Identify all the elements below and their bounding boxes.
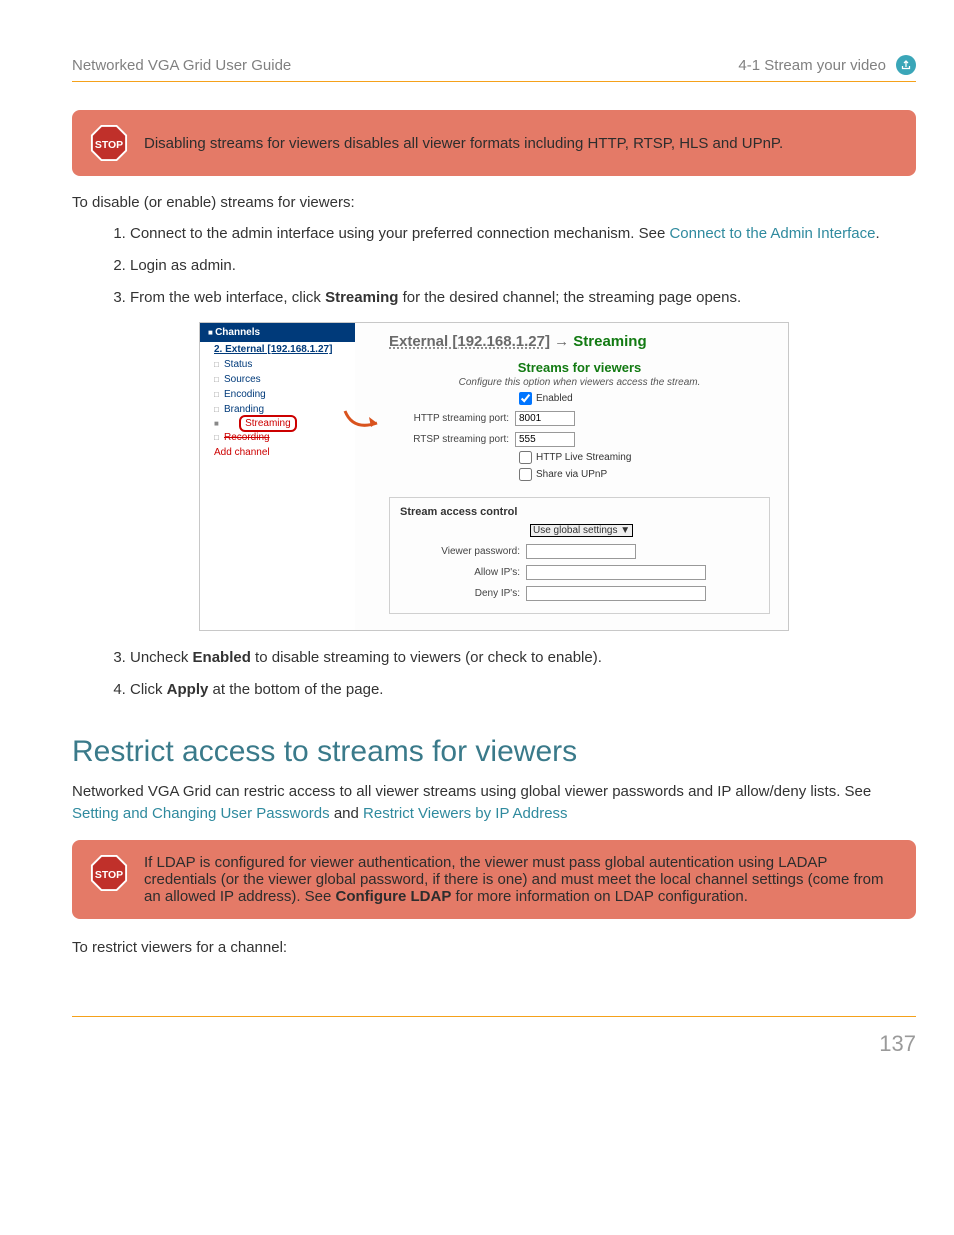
outro-text: To restrict viewers for a channel:: [72, 939, 916, 956]
ss-http-input[interactable]: [515, 411, 575, 426]
ss-item-branding[interactable]: Branding: [200, 402, 355, 417]
step-b3: Uncheck Enabled to disable streaming to …: [130, 647, 916, 669]
ss-rtsp-label: RTSP streaming port:: [389, 434, 509, 445]
ss-page-title: External [192.168.1.27] → Streaming: [389, 333, 770, 350]
step-a3: From the web interface, click Streaming …: [130, 287, 916, 309]
ss-hls-checkbox[interactable]: [519, 451, 532, 464]
intro-text: To disable (or enable) streams for viewe…: [72, 194, 916, 211]
ss-main-panel: External [192.168.1.27] → Streaming Stre…: [355, 323, 788, 630]
restrict-paragraph: Networked VGA Grid can restric access to…: [72, 781, 916, 825]
ss-item-status[interactable]: Status: [200, 357, 355, 372]
ss-upnp-label: Share via UPnP: [536, 469, 607, 480]
ss-http-label: HTTP streaming port:: [389, 413, 509, 424]
ss-enabled-label: Enabled: [536, 393, 573, 404]
warning-text-2: If LDAP is configured for viewer authent…: [144, 854, 898, 905]
step-a2: Login as admin.: [130, 255, 916, 277]
steps-list-b: Uncheck Enabled to disable streaming to …: [72, 647, 916, 701]
restrict-ip-link[interactable]: Restrict Viewers by IP Address: [363, 805, 568, 822]
steps-list-a: Connect to the admin interface using you…: [72, 223, 916, 308]
ss-deny-label: Deny IP's:: [400, 588, 520, 599]
svg-text:STOP: STOP: [95, 140, 123, 151]
footer-rule: [72, 1016, 916, 1017]
passwords-link[interactable]: Setting and Changing User Passwords: [72, 805, 330, 822]
stop-icon: STOP: [90, 854, 128, 892]
ss-channel-link[interactable]: 2. External [192.168.1.27]: [200, 342, 355, 357]
ss-access-header: Stream access control: [400, 506, 759, 518]
ss-section-desc: Configure this option when viewers acces…: [389, 377, 770, 388]
header-left: Networked VGA Grid User Guide: [72, 57, 291, 74]
ss-viewer-pw-label: Viewer password:: [400, 546, 520, 557]
header-right: 4-1 Stream your video: [738, 57, 886, 74]
ss-channels-header: ■ Channels: [200, 323, 355, 342]
ss-add-channel[interactable]: Add channel: [200, 445, 355, 460]
ss-sidebar: ■ Channels 2. External [192.168.1.27] St…: [200, 323, 355, 630]
arrow-icon: [343, 409, 383, 438]
svg-text:STOP: STOP: [95, 870, 123, 881]
ss-allow-label: Allow IP's:: [400, 567, 520, 578]
step-a1: Connect to the admin interface using you…: [130, 223, 916, 245]
ss-item-encoding[interactable]: Encoding: [200, 387, 355, 402]
ss-global-select[interactable]: Use global settings ▼: [530, 524, 633, 537]
warning-callout-2: STOP If LDAP is configured for viewer au…: [72, 840, 916, 919]
ss-hls-label: HTTP Live Streaming: [536, 452, 631, 463]
page-header: Networked VGA Grid User Guide 4-1 Stream…: [72, 55, 916, 82]
ss-upnp-checkbox[interactable]: [519, 468, 532, 481]
ss-deny-input[interactable]: [526, 586, 706, 601]
admin-interface-link[interactable]: Connect to the Admin Interface: [669, 225, 875, 242]
step-b4: Click Apply at the bottom of the page.: [130, 679, 916, 701]
ss-enabled-checkbox[interactable]: [519, 392, 532, 405]
ss-item-recording[interactable]: Recording: [200, 430, 355, 445]
ss-allow-input[interactable]: [526, 565, 706, 580]
ss-item-sources[interactable]: Sources: [200, 372, 355, 387]
page-number: 137: [72, 1031, 916, 1057]
share-icon: [896, 55, 916, 75]
ss-rtsp-input[interactable]: [515, 432, 575, 447]
ss-section-header: Streams for viewers: [389, 360, 770, 375]
section-heading-restrict: Restrict access to streams for viewers: [72, 735, 916, 769]
warning-callout-1: STOP Disabling streams for viewers disab…: [72, 110, 916, 176]
ss-viewer-pw-input[interactable]: [526, 544, 636, 559]
warning-text-1: Disabling streams for viewers disables a…: [144, 135, 783, 152]
stop-icon: STOP: [90, 124, 128, 162]
embedded-screenshot: ■ Channels 2. External [192.168.1.27] St…: [199, 322, 789, 631]
